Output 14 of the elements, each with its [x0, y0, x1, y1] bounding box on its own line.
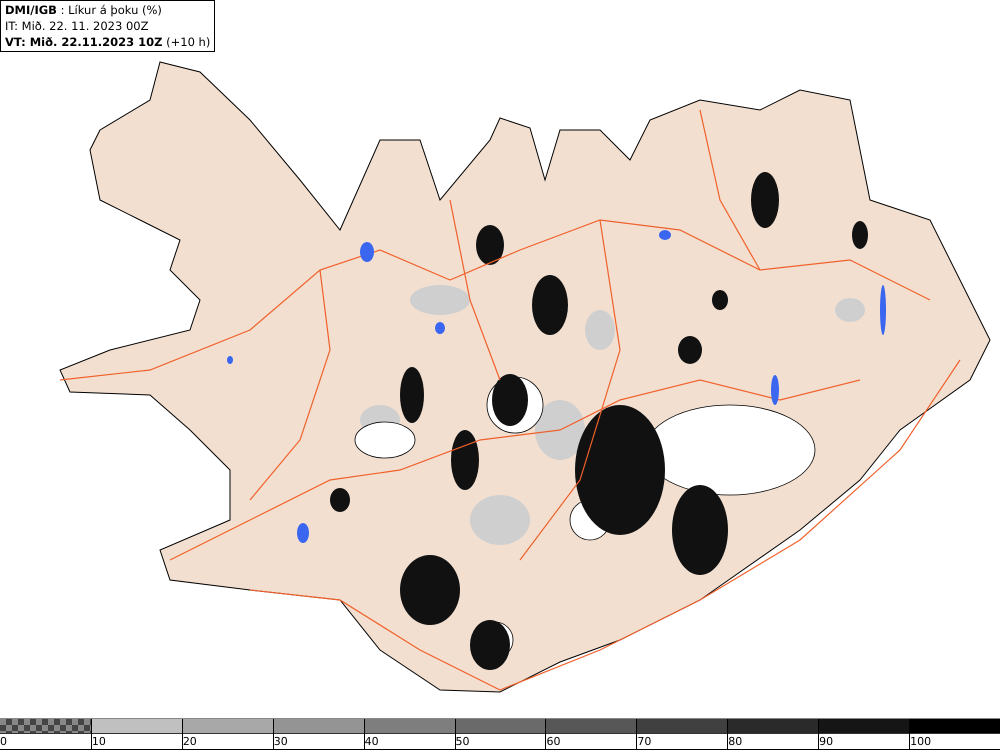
- legend-label: 10: [92, 734, 106, 749]
- legend-label: 20: [182, 734, 197, 749]
- legend-label: 70: [637, 734, 652, 749]
- map-title: DMI/IGB : Líkur á þoku (%): [5, 2, 163, 18]
- legend-label: 100: [910, 734, 932, 749]
- legend-label: 50: [456, 734, 470, 749]
- issue-time: IT: Mið. 22. 11. 2023 00Z: [5, 18, 150, 34]
- legend-label: 90: [819, 734, 834, 749]
- legend-label: 0: [0, 734, 7, 749]
- legend-label: 40: [364, 734, 379, 749]
- legend-label: 80: [728, 734, 742, 749]
- valid-time: VT: Mið. 22.11.2023 10Z (+10 h): [5, 34, 210, 50]
- legend-label: 60: [546, 734, 560, 749]
- legend-label: 30: [274, 734, 288, 749]
